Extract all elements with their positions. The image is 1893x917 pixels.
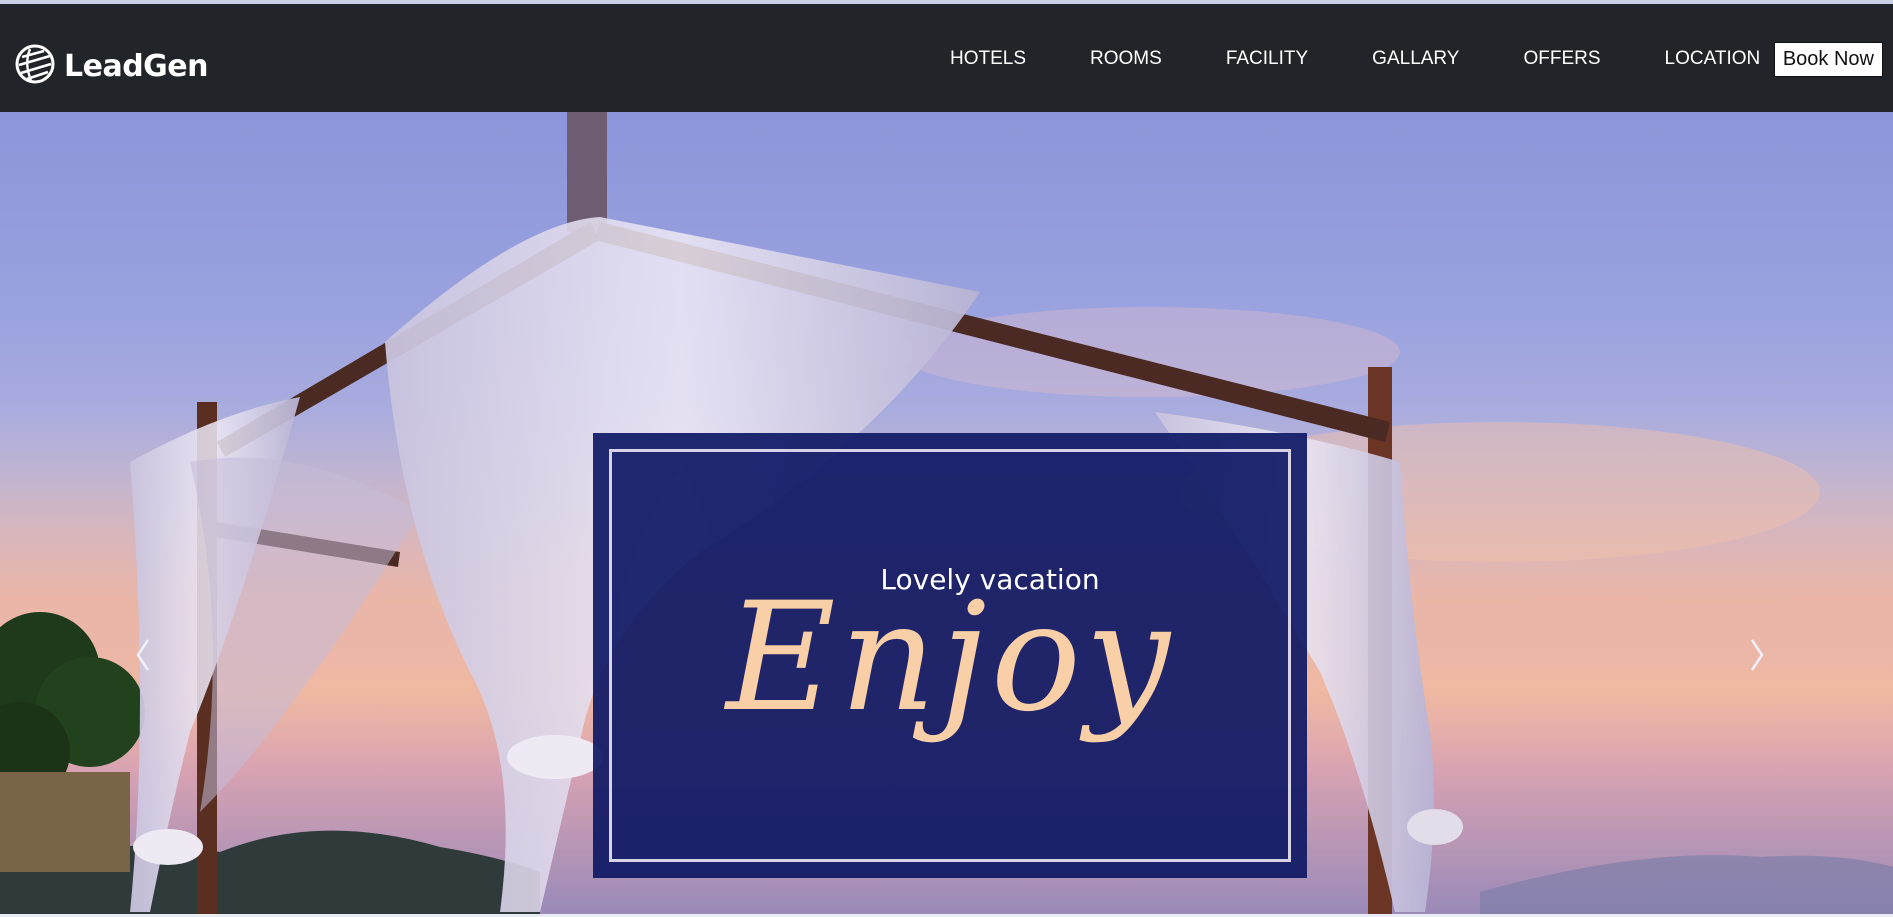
- chevron-right-icon: [1750, 639, 1764, 671]
- brand[interactable]: LeadGen: [14, 43, 209, 89]
- brand-name: LeadGen: [64, 48, 209, 84]
- globe-logo-icon: [14, 43, 56, 89]
- nav-gallary[interactable]: GALLARY: [1372, 48, 1459, 70]
- nav-location[interactable]: LOCATION: [1665, 48, 1761, 70]
- nav-rooms[interactable]: ROOMS: [1090, 48, 1162, 70]
- chevron-left-icon: [136, 639, 150, 671]
- book-now-button[interactable]: Book Now: [1773, 42, 1883, 77]
- carousel-next-button[interactable]: [1742, 630, 1772, 680]
- nav-hotels[interactable]: HOTELS: [950, 48, 1026, 70]
- nav-facility[interactable]: FACILITY: [1226, 48, 1308, 70]
- nav-offers[interactable]: OFFERS: [1523, 48, 1600, 70]
- hero-headline: Enjoy: [726, 571, 1174, 745]
- navbar: LeadGen HOTELS ROOMS FACILITY GALLARY OF…: [0, 4, 1893, 112]
- main-nav: HOTELS ROOMS FACILITY GALLARY OFFERS LOC…: [950, 48, 1760, 70]
- hero-banner-card: Lovely vacation Enjoy: [593, 433, 1307, 878]
- carousel-prev-button[interactable]: [128, 630, 158, 680]
